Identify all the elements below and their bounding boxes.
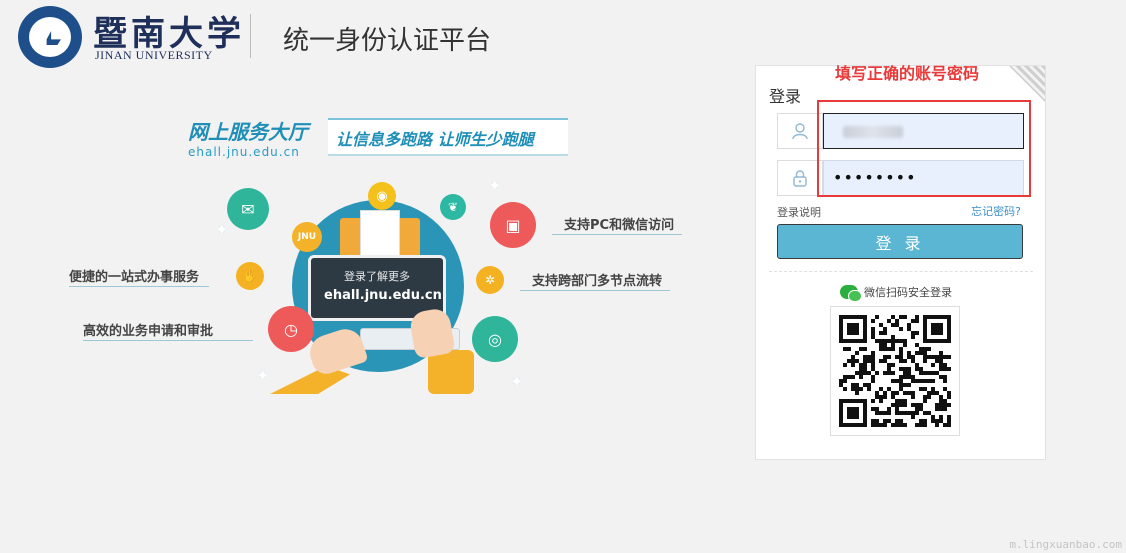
service-hand-icon: ✋ xyxy=(236,262,264,290)
university-name-en: JINAN UNIVERSITY xyxy=(95,48,213,62)
divider xyxy=(769,271,1033,272)
feature-underline xyxy=(552,234,682,235)
qr-corner-icon[interactable] xyxy=(1009,66,1045,102)
ehall-illustration: 网上服务大厅 让信息多跑路 让师生少跑腿 ehall.jnu.edu.cn JN… xyxy=(60,110,700,410)
jnu-badge: JNU xyxy=(292,222,322,252)
forgot-password-link[interactable]: 忘记密码? xyxy=(971,203,1021,219)
university-seal-logo xyxy=(18,6,82,68)
wifi-icon: ◉ xyxy=(368,182,396,210)
clock-icon: ◷ xyxy=(268,306,314,352)
feature-underline xyxy=(69,286,209,287)
qr-code[interactable] xyxy=(830,306,960,436)
sparkle-icon: ✦ xyxy=(510,372,524,391)
login-help-link[interactable]: 登录说明 xyxy=(777,204,821,220)
sparkle-icon: ✦ xyxy=(488,176,502,195)
wechat-icon xyxy=(840,285,862,302)
leaf-icon: ❦ xyxy=(440,194,466,220)
platform-title: 统一身份认证平台 xyxy=(283,26,492,56)
pc-icon: ▣ xyxy=(490,202,536,248)
sparkle-icon: ✦ xyxy=(256,366,270,385)
banner-main-title: 网上服务大厅 xyxy=(188,120,308,144)
header-divider xyxy=(250,14,251,58)
monitor-text-1: 登录了解更多 xyxy=(344,270,410,283)
banner-url: ehall.jnu.edu.cn xyxy=(188,145,300,159)
paper-graphic xyxy=(360,210,400,258)
feature-underline xyxy=(520,290,670,291)
monitor-text-2: ehall.jnu.edu.cn xyxy=(324,288,442,303)
feature-label: 便捷的一站式办事服务 xyxy=(69,270,200,285)
login-button[interactable]: 登 录 xyxy=(777,224,1023,259)
mail-icon: ✉ xyxy=(227,188,269,230)
watermark: m.lingxuanbao.com xyxy=(1009,538,1122,551)
login-heading: 登录 xyxy=(769,87,802,106)
annotation-text: 填写正确的账号密码 xyxy=(835,64,980,83)
feature-label: 支持跨部门多节点流转 xyxy=(532,274,663,289)
globe-icon: ◎ xyxy=(472,316,518,362)
network-icon: ✲ xyxy=(476,266,504,294)
feature-label: 高效的业务申请和审批 xyxy=(83,324,214,339)
wechat-login-label: 微信扫码安全登录 xyxy=(864,286,952,299)
feature-underline xyxy=(83,340,253,341)
banner-slogan: 让信息多跑路 让师生少跑腿 xyxy=(336,130,534,149)
sparkle-icon: ✦ xyxy=(215,220,229,239)
sleeve-right-graphic xyxy=(428,350,474,394)
feature-label: 支持PC和微信访问 xyxy=(564,218,675,233)
annotation-highlight-box xyxy=(817,100,1031,197)
qr-code-image xyxy=(839,315,951,427)
